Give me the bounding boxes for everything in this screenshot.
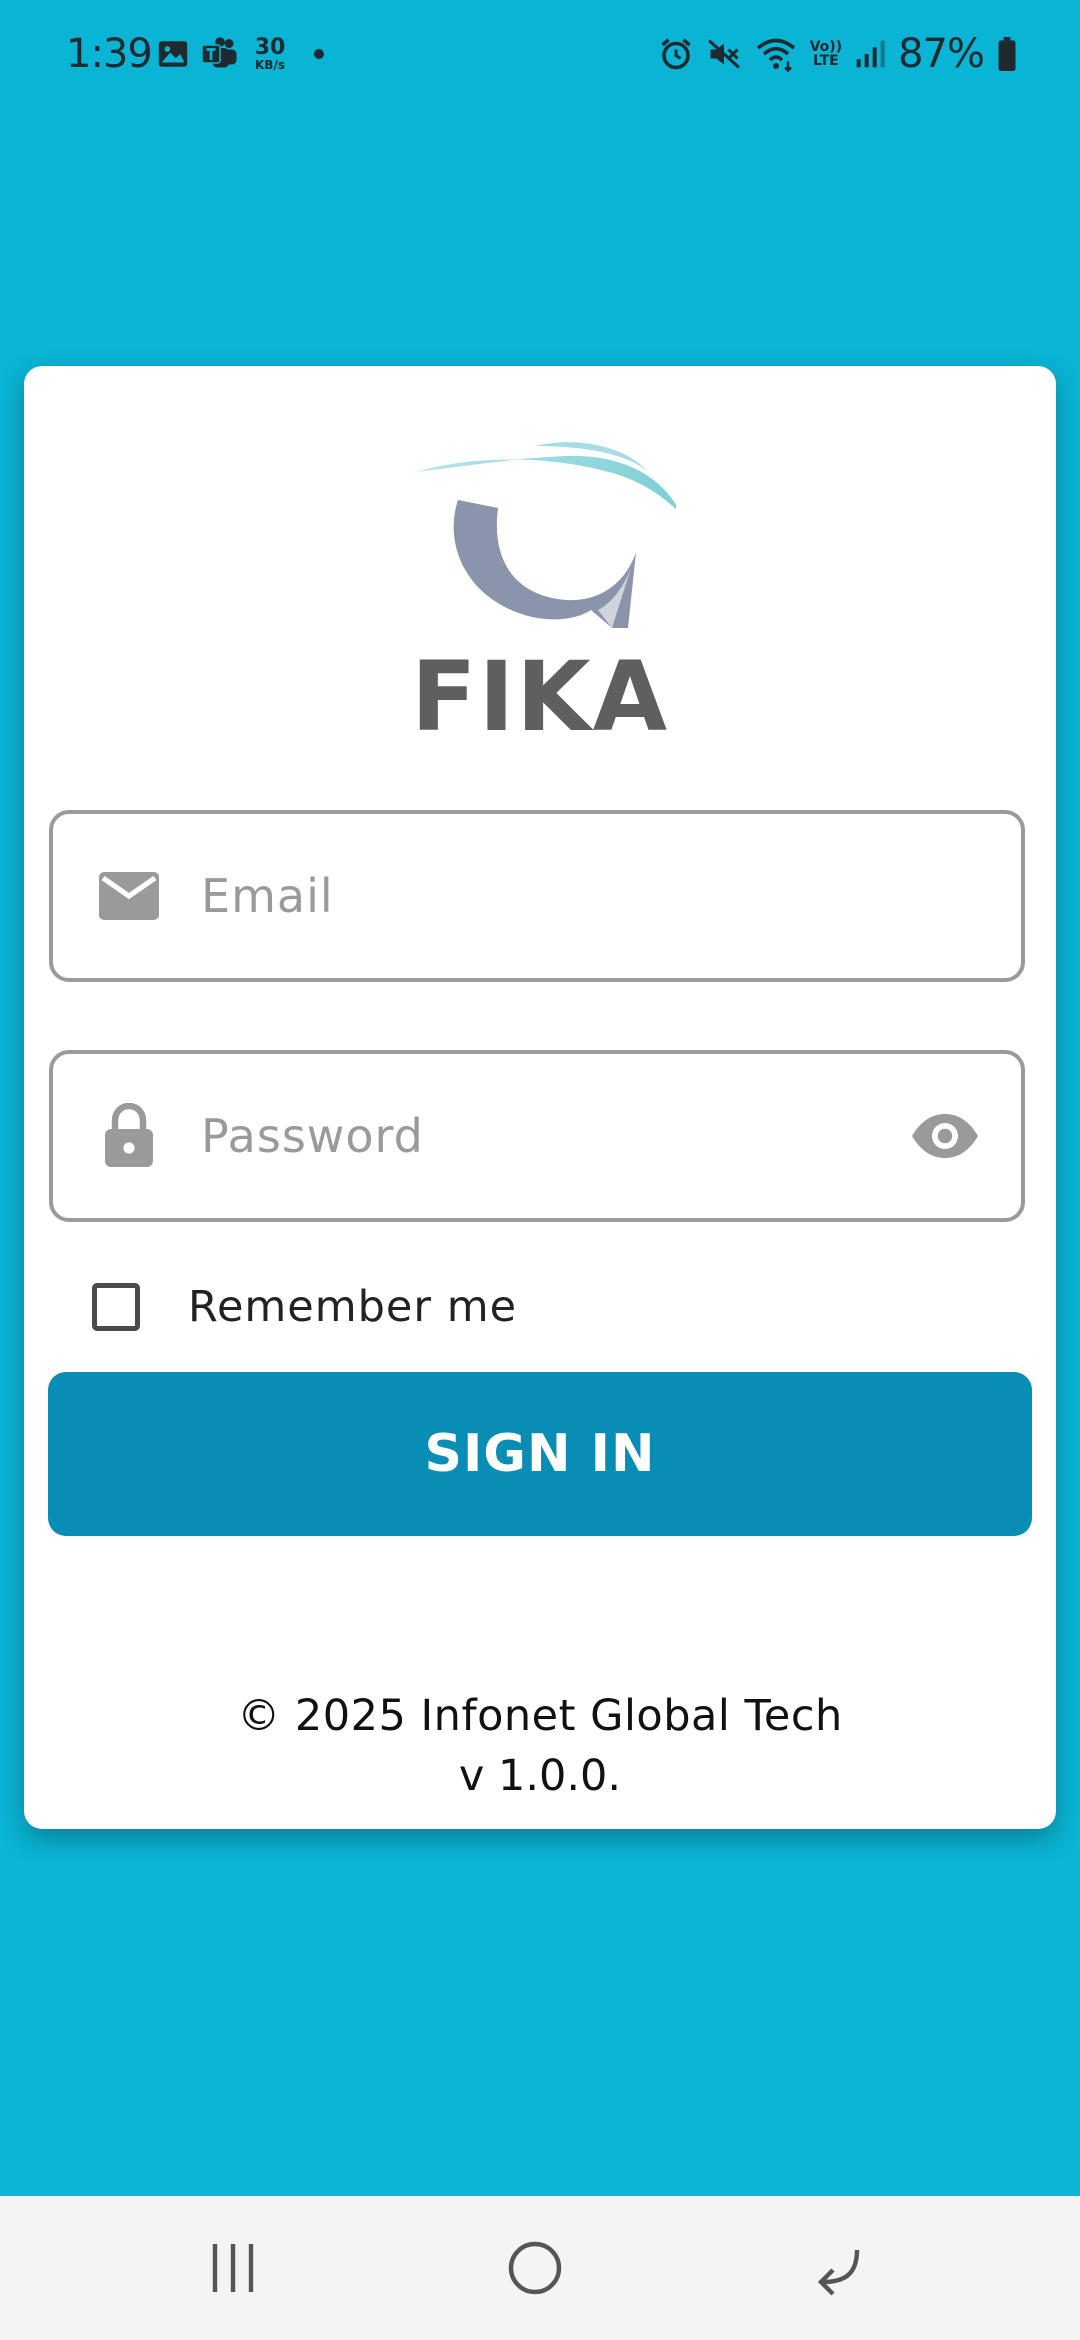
mail-icon <box>97 864 161 928</box>
gallery-icon <box>158 41 188 67</box>
password-field[interactable] <box>49 1050 1025 1222</box>
remember-me-checkbox[interactable] <box>92 1283 140 1331</box>
volte-indicator: Vo)) LTE <box>810 40 842 68</box>
recents-icon[interactable] <box>188 2232 278 2304</box>
status-system-icons: Vo)) LTE 87% <box>658 30 1018 78</box>
mute-icon <box>707 39 740 69</box>
status-bar: 1:39 30 KB/s Vo)) LTE 87% <box>0 0 1080 108</box>
email-field[interactable] <box>49 810 1025 982</box>
signal-icon <box>856 40 885 68</box>
fika-logo-icon <box>416 442 676 628</box>
wifi-icon <box>756 38 795 72</box>
network-speed-unit: KB/s <box>255 58 285 72</box>
battery-icon <box>998 37 1016 71</box>
alarm-icon <box>660 38 691 70</box>
lock-icon <box>97 1103 161 1168</box>
volte-bottom-label: LTE <box>812 53 839 69</box>
version-text: v 1.0.0. <box>458 1751 622 1801</box>
home-icon[interactable] <box>490 2232 580 2304</box>
login-card: FIKA Email Remember me SIGN IN © 2025 In… <box>24 366 1056 1829</box>
eye-icon[interactable] <box>907 1106 983 1166</box>
status-time: 1:39 <box>66 31 153 77</box>
network-speed-value: 30 <box>254 35 286 60</box>
system-navigation-bar <box>0 2196 1080 2340</box>
network-speed: 30 KB/s <box>250 35 290 72</box>
volte-top-label: Vo)) <box>809 39 843 55</box>
email-input[interactable] <box>201 814 901 978</box>
notification-dot-icon <box>314 49 324 59</box>
copyright-text: © 2025 Infonet Global Tech <box>237 1691 843 1741</box>
back-icon[interactable] <box>792 2232 882 2304</box>
app-title: FIKA <box>411 641 669 753</box>
remember-me-label[interactable]: Remember me <box>188 1282 517 1332</box>
sign-in-button[interactable]: SIGN IN <box>48 1372 1032 1536</box>
password-input[interactable] <box>201 1054 901 1218</box>
login-screen: 1:39 30 KB/s Vo)) LTE 87% FIKA Email Rem… <box>0 0 1080 2340</box>
teams-icon <box>201 37 237 68</box>
status-notification-icons: 30 KB/s <box>156 32 324 76</box>
remember-me-row[interactable]: Remember me <box>92 1272 517 1342</box>
battery-percentage: 87% <box>898 31 985 77</box>
